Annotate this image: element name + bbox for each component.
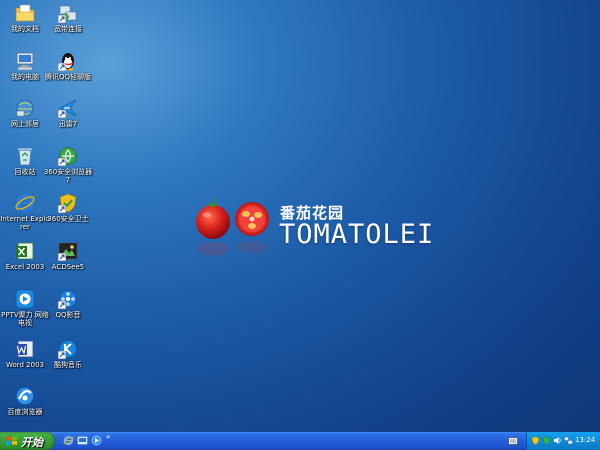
wallpaper-logo-english: TOMATOLEI: [279, 219, 435, 250]
desktop-icon-qq-player[interactable]: QQ影音: [43, 288, 93, 319]
ie-icon: [15, 194, 35, 212]
quick-launch-media-player-icon[interactable]: [91, 435, 102, 446]
desktop-icon-baidu-browser[interactable]: 百度浏览器: [0, 385, 50, 416]
desktop-icon-label: 酷狗音乐: [54, 361, 82, 369]
network-places-icon: [16, 99, 34, 117]
desktop-icon-broadband-connection[interactable]: 宽带连接: [43, 2, 93, 33]
shortcut-arrow-icon: [58, 158, 66, 166]
desktop-icon-label: ACDSee5: [51, 263, 85, 271]
taskbar-clock: 13:24: [575, 436, 596, 444]
desktop: 我的文档 我的电脑 网上邻居 回收站 Internet Explorer Exc…: [0, 0, 600, 432]
desktop-icon-acdsee[interactable]: ACDSee5: [43, 240, 93, 271]
desktop-icon-qq[interactable]: 腾讯QQ轻聊版: [43, 50, 93, 81]
pptv-icon: [15, 289, 35, 309]
desktop-icon-thunder[interactable]: 迅雷7: [43, 97, 93, 128]
baidu-browser-icon: [16, 387, 34, 405]
desktop-icon-label: 宽带连接: [54, 25, 82, 33]
tray-360-guard-icon[interactable]: [531, 436, 540, 445]
recycle-bin-icon: [17, 147, 33, 166]
shortcut-arrow-icon: [58, 63, 66, 71]
desktop-icon-label: 百度浏览器: [7, 408, 43, 416]
desktop-icon-360-guard[interactable]: 360安全卫士: [43, 192, 93, 223]
my-documents-icon: [15, 4, 35, 22]
shortcut-arrow-icon: [58, 15, 66, 23]
quick-launch-more-chevron[interactable]: »: [106, 433, 110, 441]
shortcut-arrow-icon: [58, 205, 66, 213]
shortcut-arrow-icon: [58, 351, 66, 359]
word-icon: [16, 340, 34, 358]
start-button[interactable]: 开始: [0, 432, 55, 450]
my-computer-icon: [16, 52, 34, 71]
desktop-icon-label: 360安全浏览器7: [43, 168, 93, 184]
tray-shield-icon[interactable]: [542, 436, 551, 445]
desktop-icon-label: 360安全卫士: [47, 215, 89, 223]
quick-launch-show-desktop-icon[interactable]: [77, 435, 88, 446]
windows-flag-icon: [6, 436, 17, 445]
shortcut-arrow-icon: [58, 110, 66, 118]
system-tray: 13:24: [526, 432, 600, 450]
quick-launch-ie-icon[interactable]: [63, 435, 74, 446]
desktop-icon-kugou[interactable]: 酷狗音乐: [43, 338, 93, 369]
tray-volume-icon[interactable]: [553, 436, 562, 445]
tray-network-icon[interactable]: [564, 436, 573, 445]
desktop-icon-label: 迅雷7: [58, 120, 78, 128]
start-button-label: 开始: [21, 436, 43, 449]
desktop-icon-360-browser[interactable]: 360安全浏览器7: [43, 145, 93, 184]
desktop-icon-label: 腾讯QQ轻聊版: [44, 73, 92, 81]
shortcut-arrow-icon: [58, 301, 66, 309]
desktop-icon-label: QQ影音: [55, 311, 81, 319]
shortcut-arrow-icon: [58, 253, 66, 261]
excel-icon: [16, 242, 34, 260]
keyboard-language-icon[interactable]: [508, 437, 518, 445]
